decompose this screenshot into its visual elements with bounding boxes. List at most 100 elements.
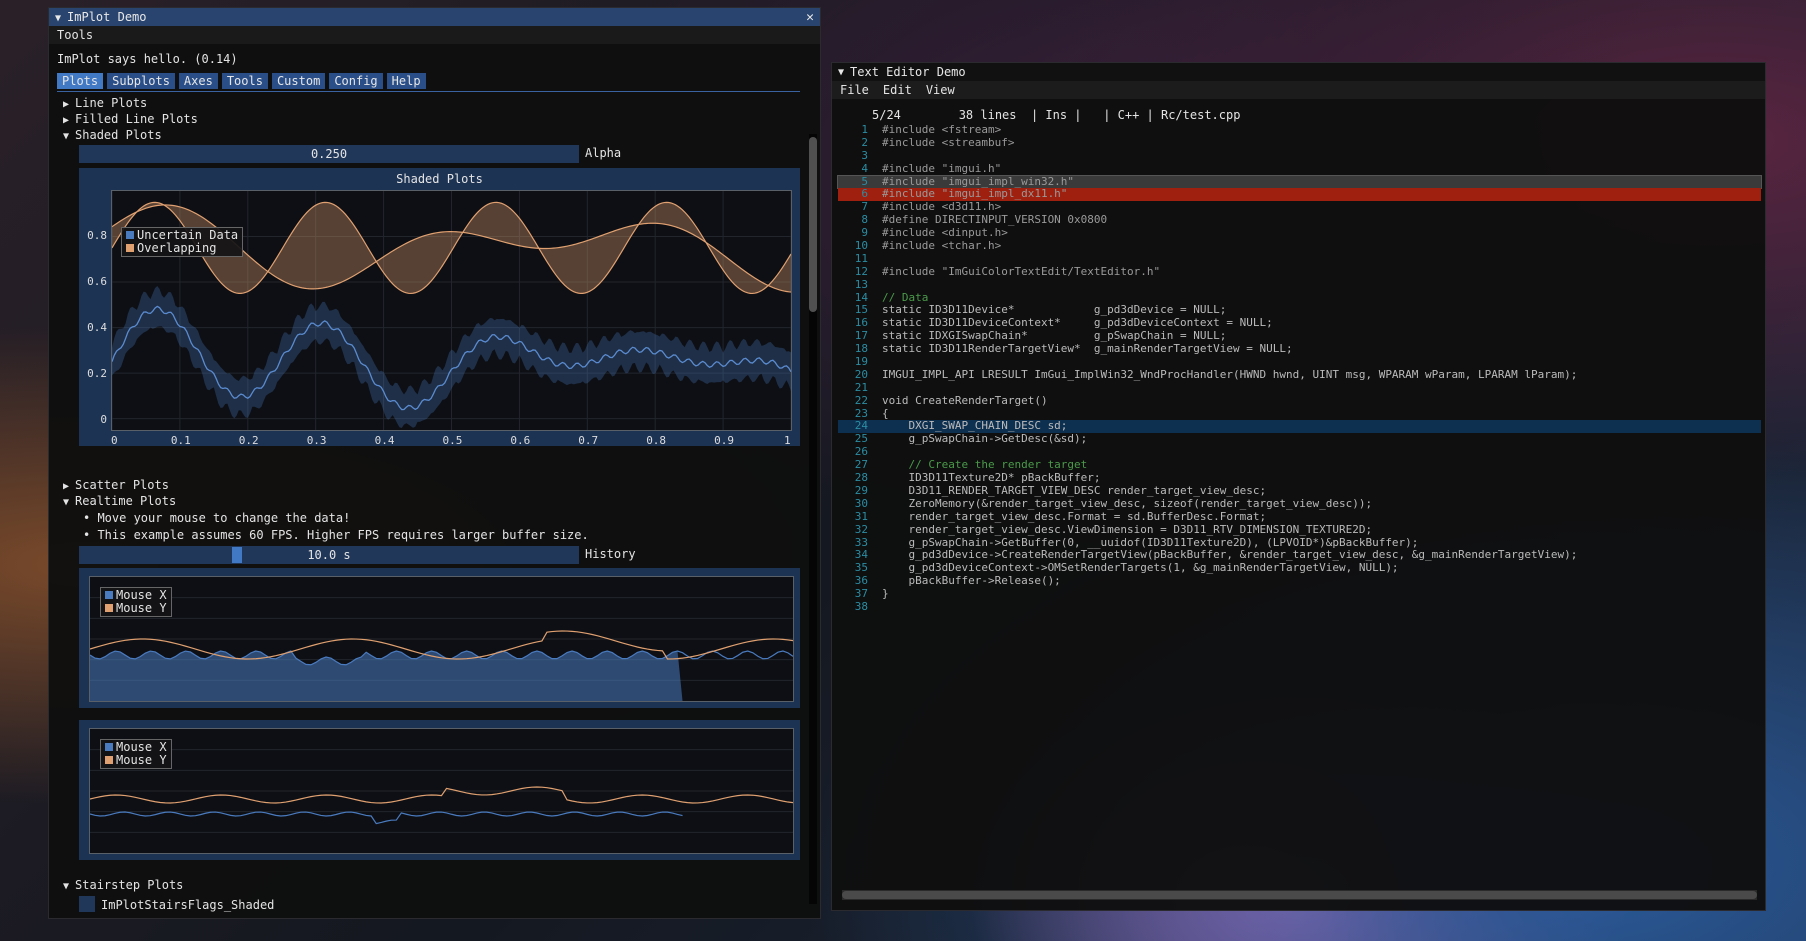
code-line[interactable]: 11 [838,251,1761,266]
code-line[interactable]: 22 void CreateRenderTarget() [838,393,1761,408]
legend-item-mouse-y[interactable]: Mouse Y [105,602,167,615]
tree-label: Scatter Plots [75,478,169,492]
code-line[interactable]: 1 #include <fstream> [838,123,1761,137]
legend-item-overlapping[interactable]: Overlapping [126,242,238,255]
code-line[interactable]: 18 static ID3D11RenderTargetView* g_mainR… [838,342,1761,356]
editor-titlebar[interactable]: ▼ Text Editor Demo [832,63,1765,81]
code-line[interactable]: 31 render_target_view_desc.Format = sd.B… [838,510,1761,524]
tab-custom[interactable]: Custom [271,73,326,89]
history-slider[interactable]: 10.0 s [79,546,579,564]
code-line[interactable]: 29 D3D11_RENDER_TARGET_VIEW_DESC render_… [838,484,1761,498]
code-line[interactable]: 36 pBackBuffer->Release(); [838,574,1761,588]
line-number: 3 [861,148,868,162]
stairs-shaded-checkbox[interactable] [79,896,95,912]
tree-shaded-plots[interactable]: ▼ Shaded Plots [63,128,162,142]
bullet-mouse: • Move your mouse to change the data! [83,511,351,525]
menu-view[interactable]: View [926,83,955,97]
alpha-slider-label: Alpha [585,146,622,160]
slider-grab-handle[interactable] [232,547,242,563]
tree-scatter-plots[interactable]: ▶ Scatter Plots [63,478,169,492]
history-slider-label: History [585,547,636,561]
code-line[interactable]: 32 render_target_view_desc.ViewDimension… [838,522,1761,537]
scrollbar-thumb[interactable] [809,137,817,312]
code-line[interactable]: 12 #include "ImGuiColorTextEdit/TextEdito… [838,265,1761,279]
tree-label: Stairstep Plots [75,878,184,892]
code-line[interactable]: 3 [838,148,1761,163]
menu-file[interactable]: File [840,83,869,97]
bullet-text: Move your mouse to change the data! [97,511,351,525]
tab-config[interactable]: Config [329,73,383,89]
code-line[interactable]: 21 [838,381,1761,395]
line-number: 2 [861,135,868,149]
shaded-plot-frame: Shaded Plots Uncertain Data Overlapping … [79,168,800,447]
line-number: 11 [854,251,868,265]
tree-line-plots[interactable]: ▶ Line Plots [63,96,147,110]
implot-vertical-scrollbar[interactable] [809,134,817,904]
x-tick-label: 0.4 [374,434,395,447]
code-line[interactable]: 20 IMGUI_IMPL_API LRESULT ImGui_ImplWin32… [838,368,1761,382]
tab-axes[interactable]: Axes [178,73,218,89]
code-line[interactable]: 13 [838,278,1761,292]
legend-item-mouse-y[interactable]: Mouse Y [105,754,167,767]
implot-titlebar[interactable]: ▼ ImPlot Demo ✕ [49,8,820,26]
history-slider-value: 10.0 s [307,548,351,562]
swatch-icon [126,231,134,239]
realtime-plot-1-area[interactable]: Mouse X Mouse Y [89,576,794,702]
editor-status-line: 5/24 38 lines | Ins | | C++ | Rc/test.cp… [872,108,1241,122]
x-tick-label: 0.3 [306,434,327,447]
window-title: ImPlot Demo [67,10,147,24]
code-line[interactable]: 28 ID3D11Texture2D* pBackBuffer; [838,471,1761,485]
shaded-plot-area[interactable]: Uncertain Data Overlapping [111,190,792,431]
text-editor-window: ▼ Text Editor Demo File Edit View 5/24 38… [831,62,1766,911]
realtime-legend-1[interactable]: Mouse X Mouse Y [100,587,172,617]
editor-horizontal-scrollbar[interactable] [842,890,1757,900]
code-line[interactable]: 19 [838,355,1761,369]
tab-plots[interactable]: Plots [57,73,104,89]
y-tick-label: 0 [100,412,107,426]
realtime-legend-2[interactable]: Mouse X Mouse Y [100,739,172,769]
tree-filled-line-plots[interactable]: ▶ Filled Line Plots [63,112,198,126]
line-number: 8 [861,213,868,227]
tree-label: Filled Line Plots [75,112,198,126]
code-line[interactable]: 2 #include <streambuf> [838,135,1761,150]
code-line[interactable]: 30 ZeroMemory(&render_target_view_desc, … [838,497,1761,511]
code-text: void CreateRenderTarget() [882,393,1048,407]
tab-subplots[interactable]: Subplots [107,73,175,89]
close-icon[interactable]: ✕ [806,10,814,25]
menu-edit[interactable]: Edit [883,83,912,97]
code-area[interactable]: 1 #include <fstream> 2 #include <streambuf>… [837,123,1762,614]
legend-label: Mouse X [116,740,167,754]
hello-text: ImPlot says hello. (0.14) [57,52,238,66]
collapse-triangle-icon[interactable]: ▼ [55,13,61,24]
legend-label: Overlapping [137,241,217,255]
x-tick-label: 0.7 [578,434,599,447]
code-line[interactable]: 4 #include "imgui.h" [838,162,1761,176]
shaded-legend[interactable]: Uncertain Data Overlapping [121,227,244,257]
code-line[interactable]: 25 g_pSwapChain->GetDesc(&sd); [838,432,1761,446]
x-tick-label: 0.8 [646,434,667,447]
tree-stairstep-plots[interactable]: ▼ Stairstep Plots [63,878,183,892]
code-line[interactable]: 10 #include <tchar.h> [838,239,1761,253]
menu-tools[interactable]: Tools [57,28,93,42]
collapse-triangle-icon[interactable]: ▼ [838,67,844,78]
line-number: 6 [861,187,868,201]
tree-realtime-plots[interactable]: ▼ Realtime Plots [63,494,176,508]
x-tick-label: 0.5 [442,434,463,447]
tree-label: Line Plots [75,96,148,110]
alpha-slider[interactable]: 0.250 [79,145,579,163]
line-number: 5 [861,174,868,188]
line-number: 19 [854,355,868,369]
tab-help[interactable]: Help [386,73,426,89]
code-line[interactable]: 38 [838,600,1761,614]
line-number: 1 [861,123,868,136]
scrollbar-thumb[interactable] [842,891,1757,899]
tab-tools[interactable]: Tools [221,73,268,89]
line-number: 32 [854,522,868,536]
swatch-icon [105,604,113,612]
arrow-down-icon: ▼ [63,881,70,892]
realtime-plot-2-area[interactable]: Mouse X Mouse Y [89,728,794,854]
code-line[interactable]: 37} [838,587,1761,601]
